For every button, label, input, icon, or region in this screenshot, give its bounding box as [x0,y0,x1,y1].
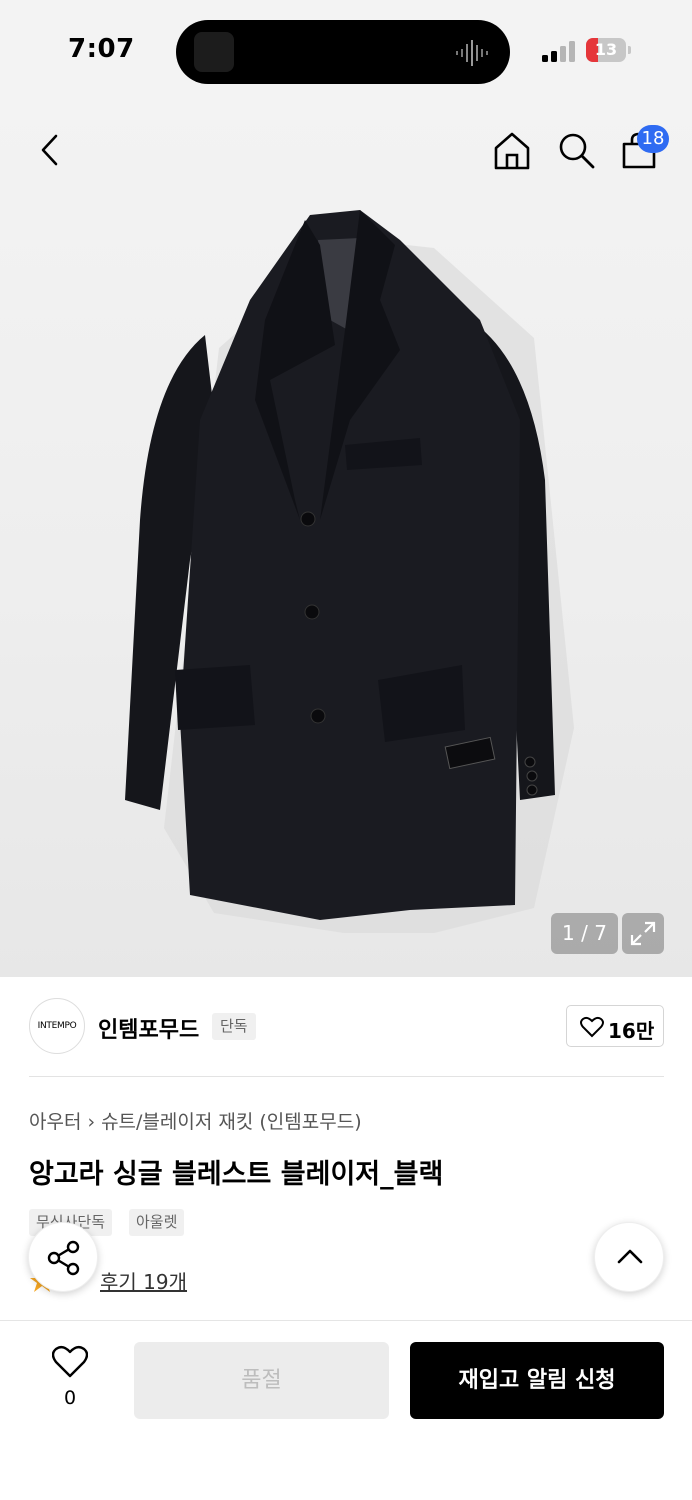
audio-wave-icon [456,40,488,66]
share-button[interactable] [28,1222,98,1292]
soldout-button: 품절 [134,1342,389,1419]
divider [29,1076,664,1077]
gallery-page-counter: 1 / 7 [551,913,618,954]
battery-icon: 13 [586,38,626,62]
restock-alert-button[interactable]: 재입고 알림 신청 [410,1342,664,1419]
product-image-blazer [125,210,574,933]
product-title: 앙고라 싱글 블레스트 블레이저_블랙 [29,1159,444,1190]
status-bar: 7:07 13 [0,0,692,100]
review-link[interactable]: 후기 19개 [100,1266,187,1295]
expand-button[interactable] [622,913,664,954]
status-time: 7:07 [68,34,135,64]
search-icon[interactable] [556,130,596,170]
cellular-signal-icon [542,40,576,62]
wishlist-count: 0 [63,1387,77,1409]
breadcrumb-category[interactable]: 아우터 [29,1111,81,1133]
home-icon[interactable] [492,130,532,170]
brand-like-button[interactable]: 16만 [566,1005,664,1047]
breadcrumb-separator-icon: › [87,1111,96,1133]
battery-level: 13 [594,40,618,59]
chevron-up-icon [617,1249,643,1264]
back-chevron-left-icon[interactable] [36,134,66,166]
cart-count-badge: 18 [637,125,669,153]
breadcrumb: 아우터 › 슈트/블레이저 재킷 (인템포무드) [29,1107,362,1134]
share-icon [47,1240,80,1276]
now-playing-thumbnail [194,32,234,72]
breadcrumb-subcategory[interactable]: 슈트/블레이저 재킷 (인템포무드) [101,1111,362,1133]
expand-icon [630,921,656,946]
heart-icon [580,1016,604,1038]
wishlist-button[interactable]: 0 [40,1345,100,1415]
heart-icon [52,1345,88,1378]
brand-logo[interactable]: INTEMPO [29,998,85,1054]
dynamic-island [176,20,510,84]
brand-like-count: 16만 [608,1019,655,1043]
brand-name[interactable]: 인템포무드 [98,1012,199,1044]
scroll-to-top-button[interactable] [594,1222,664,1292]
product-image-gallery[interactable] [0,100,692,977]
product-tag-outlet: 아울렛 [129,1209,185,1236]
brand-exclusive-badge: 단독 [212,1013,256,1040]
